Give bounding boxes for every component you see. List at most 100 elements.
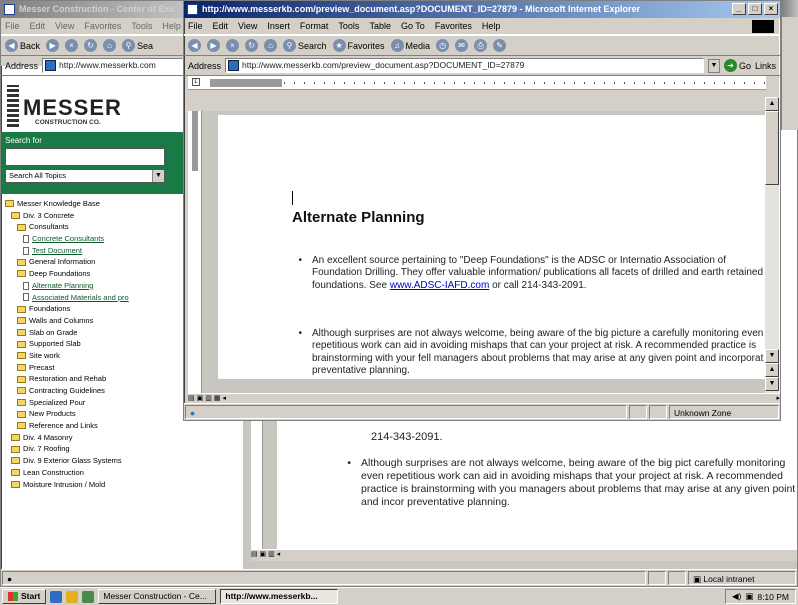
back-address-input[interactable]: http://www.messerkb.com [42,58,183,73]
tree-item-label[interactable]: Alternate Planning [32,280,93,292]
back-menu-edit[interactable]: Edit [30,18,46,34]
volume-icon[interactable]: ◀) [732,591,741,602]
mail-icon[interactable]: ✉ [455,39,469,52]
back-menu-help[interactable]: Help [162,18,181,34]
dropdown-arrow-icon[interactable]: ▼ [152,170,164,182]
search-button[interactable]: ⚲ Search [283,39,327,52]
tree-item[interactable]: Contracting Guidelines [5,385,185,397]
forward-arrow-icon[interactable]: ▶ [46,39,60,52]
tree-item-label: Moisture Intrusion / Mold [23,479,106,489]
forward-arrow-icon[interactable]: ▶ [207,39,220,52]
menu-favorites[interactable]: Favorites [435,18,472,34]
refresh-icon[interactable]: ↻ [84,39,98,52]
links-label[interactable]: Links [755,61,780,71]
tree-item[interactable]: General Information [5,256,185,268]
taskbar-preview-window[interactable]: http://www.messerkb... [220,589,339,604]
scroll-thumb[interactable] [765,111,779,185]
tree-item[interactable]: New Products [5,408,185,420]
back-toolbar: ◀ Back ▶ × ↻ ⌂ ⚲ Sea [1,35,183,56]
history-icon[interactable]: ◷ [436,39,450,52]
tab-stop-icon[interactable]: L [192,78,200,86]
tree-item[interactable]: Deep Foundations [5,268,185,280]
tree-item[interactable]: Reference and Links [5,420,185,432]
back-menu-favorites[interactable]: Favorites [84,18,121,34]
front-browser-window: http://www.messerkb.com/preview_document… [183,0,781,421]
maximize-button[interactable]: □ [748,3,762,15]
tree-item[interactable]: Div. 9 Exterior Glass Systems [5,455,185,467]
messer-logo[interactable]: MESSER CONSTRUCTION CO. [5,83,183,131]
search-input[interactable] [5,148,165,166]
stop-icon[interactable]: × [226,39,239,52]
quicklaunch-desktop-icon[interactable] [82,590,95,603]
tree-item[interactable]: Alternate Planning [5,280,185,292]
tree-item[interactable]: Test Document [5,245,185,257]
prev-page-icon[interactable]: ▲ [765,363,779,377]
edit-icon[interactable]: ✎ [493,39,507,52]
minimize-button[interactable]: _ [732,3,746,15]
scroll-down-icon[interactable]: ▼ [765,349,779,363]
tree-item[interactable]: Site work [5,350,185,362]
quicklaunch-outlook-icon[interactable] [66,590,79,603]
menu-tools[interactable]: Tools [338,18,359,34]
tree-item-label[interactable]: Concrete Consultants [32,233,104,245]
go-button[interactable]: ➜ Go [723,59,751,72]
address-input[interactable]: http://www.messerkb.com/preview_document… [225,58,704,73]
tree-item[interactable]: Div. 3 Concrete [5,210,185,222]
tree-item[interactable]: Walls and Columns [5,315,185,327]
tree-item[interactable]: Lean Construction [5,467,185,479]
back-menu-file[interactable]: File [5,18,20,34]
quicklaunch-ie-icon[interactable] [50,590,63,603]
print-icon[interactable]: ⎙ [474,39,488,52]
scroll-up-icon[interactable]: ▲ [765,97,779,111]
tree-item[interactable]: Foundations [5,303,185,315]
back-button[interactable]: ◀ Back [5,39,40,52]
tree-item[interactable]: Slab on Grade [5,327,185,339]
network-icon[interactable]: ▣ [745,591,753,602]
topic-tree: Messer Knowledge Base Div. 3 Concrete Cons… [5,198,185,490]
tree-item[interactable]: Specialized Pour [5,397,185,409]
menu-insert[interactable]: Insert [267,18,290,34]
right-window-edge [781,0,798,130]
refresh-icon[interactable]: ↻ [245,39,258,52]
tree-item[interactable]: Precast [5,362,185,374]
back-menu-tools[interactable]: Tools [131,18,152,34]
tree-item[interactable]: Associated Materials and pro [5,292,185,304]
back-menu-view[interactable]: View [55,18,74,34]
taskbar-messer-window[interactable]: Messer Construction - Ce... [98,589,217,604]
back-window-titlebar[interactable]: Messer Construction - Center of Exc [1,1,183,18]
tree-item[interactable]: Restoration and Rehab [5,373,185,385]
close-button[interactable]: × [764,3,778,15]
menu-edit[interactable]: Edit [213,18,229,34]
stop-icon[interactable]: × [65,39,79,52]
start-button[interactable]: Start [2,589,47,604]
tree-item-label[interactable]: Associated Materials and pro [32,292,129,304]
adsc-link[interactable]: www.ADSC-IAFD.com [390,280,489,291]
menu-view[interactable]: View [238,18,257,34]
tree-item[interactable]: Consultants [5,221,185,233]
media-button[interactable]: ♫ Media [390,39,430,52]
search-scope-select[interactable]: Search All Topics ▼ [5,169,165,183]
clock[interactable]: 8:10 PM [757,592,789,602]
tree-item[interactable]: Supported Slab [5,338,185,350]
tree-item[interactable]: Div. 7 Roofing [5,443,185,455]
back-arrow-icon[interactable]: ◀ [188,39,201,52]
menu-file[interactable]: File [188,18,203,34]
menu-format[interactable]: Format [300,18,329,34]
tree-item[interactable]: Concrete Consultants [5,233,185,245]
tree-item-label: Walls and Columns [29,315,94,325]
tree-item[interactable]: Moisture Intrusion / Mold [5,479,185,491]
doc-vertical-scrollbar[interactable]: ▲ ▼ ▲ ▼ [765,97,779,393]
tree-item-label[interactable]: Test Document [32,245,82,257]
tree-item[interactable]: Div. 4 Masonry [5,432,185,444]
home-icon[interactable]: ⌂ [264,39,277,52]
tree-item[interactable]: Messer Knowledge Base [5,198,185,210]
menu-goto[interactable]: Go To [401,18,425,34]
back-search-button[interactable]: ⚲ Sea [122,39,153,52]
address-dropdown-icon[interactable]: ▼ [707,58,720,73]
menu-table[interactable]: Table [369,18,391,34]
favorites-button[interactable]: ★ Favorites [332,39,385,52]
next-page-icon[interactable]: ▼ [765,377,779,391]
menu-help[interactable]: Help [482,18,501,34]
front-window-titlebar[interactable]: http://www.messerkb.com/preview_document… [184,1,780,18]
home-icon[interactable]: ⌂ [103,39,117,52]
